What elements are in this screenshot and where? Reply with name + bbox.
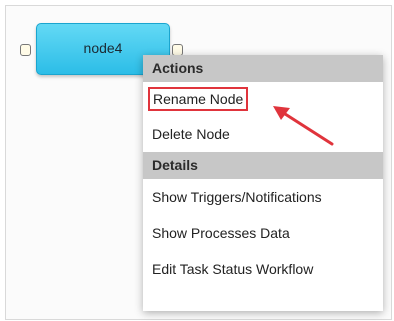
annotation-arrow-icon [273, 106, 334, 146]
rename-node-label: Rename Node [148, 87, 249, 111]
menu-section-header-actions: Actions [143, 55, 383, 82]
show-triggers-notifications-menu-item[interactable]: Show Triggers/Notifications [143, 179, 383, 215]
show-processes-data-menu-item[interactable]: Show Processes Data [143, 215, 383, 251]
delete-node-menu-item[interactable]: Delete Node [143, 116, 383, 152]
context-menu: Actions Rename Node Delete Node Details … [143, 55, 383, 311]
edit-task-status-workflow-menu-item[interactable]: Edit Task Status Workflow [143, 251, 383, 287]
menu-section-header-details: Details [143, 152, 383, 179]
node-label: node4 [83, 40, 123, 56]
node-input-port[interactable] [20, 44, 31, 56]
rename-node-menu-item[interactable]: Rename Node [143, 82, 383, 116]
